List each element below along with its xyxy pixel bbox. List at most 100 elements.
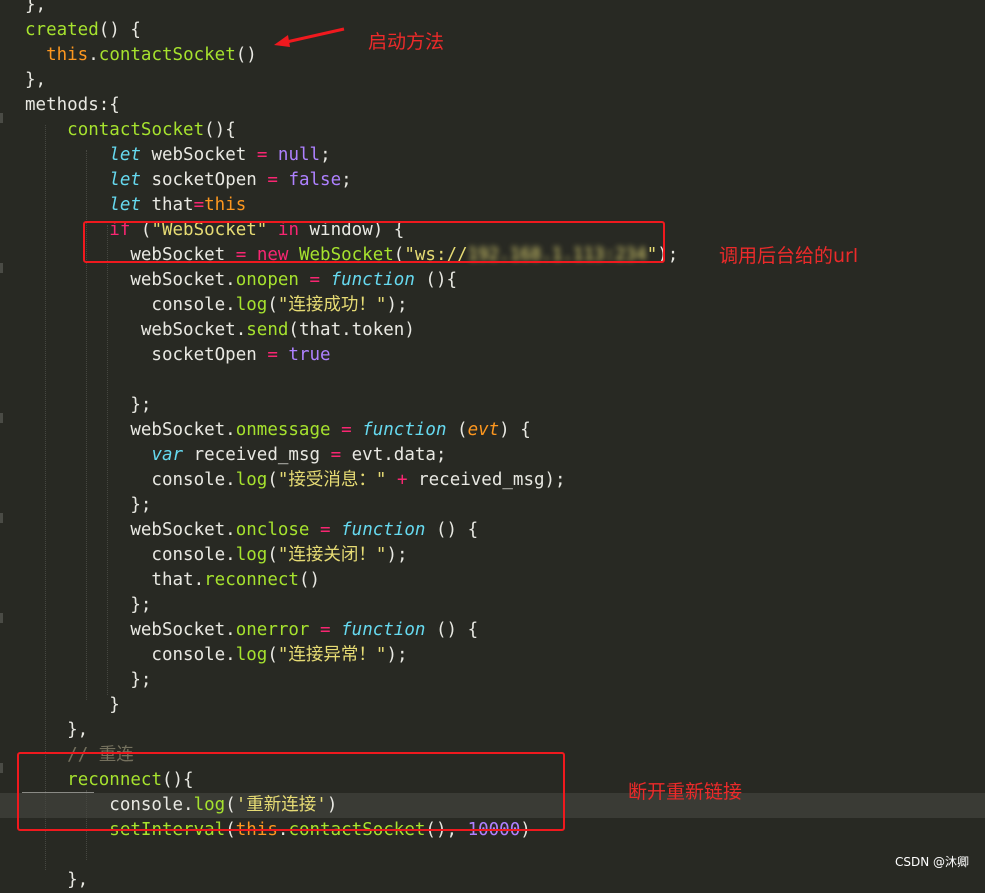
code-line-text: created() { bbox=[25, 18, 141, 43]
code-token: () { bbox=[425, 520, 479, 540]
code-line-text: var received_msg = evt.data; bbox=[25, 443, 446, 468]
code-token: } bbox=[25, 695, 120, 715]
fold-marker bbox=[0, 113, 3, 123]
code-token: let bbox=[109, 195, 141, 215]
code-token: }, bbox=[25, 720, 89, 740]
code-token: received_msg); bbox=[407, 470, 566, 490]
code-token: webSocket. bbox=[25, 320, 247, 340]
code-token: }, bbox=[25, 0, 47, 15]
fold-marker bbox=[0, 513, 3, 523]
code-token: console. bbox=[25, 295, 236, 315]
code-token: = bbox=[320, 620, 331, 640]
code-token: ); bbox=[386, 295, 408, 315]
code-token: onerror bbox=[235, 620, 310, 640]
code-token: that. bbox=[25, 570, 205, 590]
code-token: that bbox=[140, 195, 194, 215]
code-token: evt bbox=[467, 420, 500, 440]
code-token: function bbox=[341, 620, 426, 640]
code-token: true bbox=[288, 345, 331, 365]
code-token: ( bbox=[267, 470, 278, 490]
code-token: = bbox=[267, 170, 278, 190]
code-token: = bbox=[309, 270, 321, 290]
code-line-text: webSocket.send(that.token) bbox=[25, 318, 415, 343]
code-token: = bbox=[330, 445, 342, 465]
code-token: function bbox=[362, 420, 447, 440]
code-token: log bbox=[235, 645, 268, 665]
code-token: console. bbox=[25, 645, 236, 665]
code-token: = bbox=[320, 520, 331, 540]
code-token: received_msg bbox=[183, 445, 331, 465]
annotation-reconnect: 断开重新链接 bbox=[628, 781, 743, 803]
code-line-text: webSocket.onopen = function (){ bbox=[25, 268, 457, 293]
code-token: "连接关闭！" bbox=[277, 545, 387, 565]
code-token: }, bbox=[25, 870, 89, 890]
code-token: }; bbox=[25, 670, 152, 690]
code-token: . bbox=[88, 45, 99, 65]
fold-marker bbox=[0, 413, 3, 423]
code-token: this bbox=[204, 195, 247, 215]
highlight-box-url bbox=[83, 221, 665, 263]
code-line-text: webSocket.onclose = function () { bbox=[25, 518, 478, 543]
code-token: log bbox=[235, 545, 268, 565]
annotation-backend-url: 调用后台给的url bbox=[719, 245, 859, 267]
code-token: }; bbox=[25, 395, 152, 415]
code-token: ( bbox=[267, 645, 278, 665]
code-token: console. bbox=[25, 545, 236, 565]
code-token: null bbox=[277, 145, 321, 165]
code-token: webSocket. bbox=[25, 270, 236, 290]
code-editor[interactable]: }, created() { this.contactSocket()}, meth… bbox=[0, 0, 985, 890]
highlight-box-reconnect bbox=[17, 752, 565, 831]
watermark: CSDN @沐卿 bbox=[894, 855, 969, 869]
code-token: + bbox=[397, 470, 408, 490]
code-token: webSocket. bbox=[25, 420, 236, 440]
arrow-icon bbox=[274, 27, 345, 47]
code-token: created bbox=[25, 20, 99, 40]
code-line-text: }, bbox=[25, 718, 88, 743]
code-token: (that.token) bbox=[288, 320, 415, 340]
code-line-text: }, bbox=[25, 868, 88, 893]
code-token: webSocket bbox=[140, 145, 257, 165]
code-line-text: let that=this bbox=[25, 193, 246, 218]
code-token: () { bbox=[425, 620, 479, 640]
code-token: = bbox=[341, 420, 352, 440]
code-line-text: }, bbox=[25, 0, 46, 18]
annotation-startup: 启动方法 bbox=[368, 31, 445, 53]
code-token: let bbox=[109, 170, 141, 190]
code-token: () { bbox=[98, 20, 141, 40]
code-line-text: methods:{ bbox=[25, 93, 120, 118]
code-token: onmessage bbox=[235, 420, 331, 440]
code-token: = bbox=[267, 345, 278, 365]
code-line-text: let socketOpen = false; bbox=[25, 168, 351, 193]
code-token: var bbox=[151, 445, 184, 465]
code-token: = bbox=[256, 145, 268, 165]
code-line-text: }; bbox=[25, 593, 151, 618]
code-line-text: socketOpen = true bbox=[25, 343, 331, 368]
code-token: "连接异常！" bbox=[277, 645, 387, 665]
code-token: socketOpen bbox=[140, 170, 268, 190]
code-token: ); bbox=[386, 645, 408, 665]
code-token: webSocket. bbox=[25, 620, 236, 640]
code-line-text: let webSocket = null; bbox=[25, 143, 330, 168]
code-token: false bbox=[288, 170, 342, 190]
code-token: = bbox=[193, 195, 205, 215]
code-token: "连接成功！" bbox=[277, 295, 387, 315]
code-token: contactSocket bbox=[67, 120, 205, 140]
code-token: }, bbox=[25, 70, 47, 90]
fold-marker bbox=[0, 763, 3, 773]
code-token: "接受消息：" bbox=[277, 470, 387, 490]
